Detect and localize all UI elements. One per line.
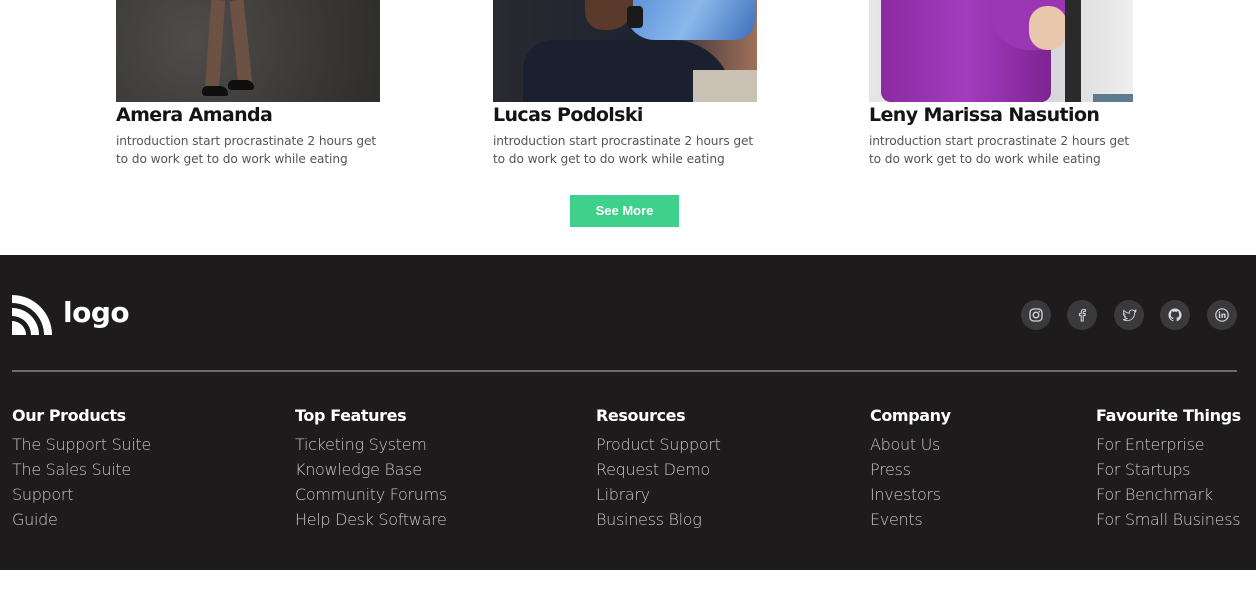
- team-member-photo: [493, 0, 757, 102]
- footer-column-title: Our Products: [12, 406, 126, 425]
- facebook-icon[interactable]: [1067, 300, 1097, 330]
- footer-column-title: Top Features: [295, 406, 407, 425]
- footer-link[interactable]: The Support Suite: [12, 432, 151, 457]
- footer-link[interactable]: Community Forums: [295, 482, 447, 507]
- footer-column-top-features: Top Features Ticketing System Knowledge …: [295, 407, 447, 532]
- logo-text: logo: [63, 296, 130, 329]
- social-links: [1021, 300, 1237, 330]
- footer-divider: [12, 370, 1237, 372]
- footer-column-favourite-things: Favourite Things For Enterprise For Star…: [1096, 407, 1241, 532]
- twitter-icon[interactable]: [1114, 300, 1144, 330]
- footer-column-resources: Resources Product Support Request Demo L…: [596, 407, 721, 532]
- team-member-name: Lucas Podolski: [493, 104, 643, 126]
- team-member-description: introduction start procrastinate 2 hours…: [116, 134, 377, 166]
- footer-link[interactable]: The Sales Suite: [12, 457, 151, 482]
- team-section: Amera Amanda introduction start procrast…: [0, 0, 1256, 255]
- footer-link[interactable]: Press: [870, 457, 951, 482]
- logo-icon: [12, 295, 52, 335]
- footer-link[interactable]: Product Support: [596, 432, 721, 457]
- footer-link[interactable]: About Us: [870, 432, 951, 457]
- team-card: Leny Marissa Nasution introduction start…: [869, 0, 1133, 166]
- team-member-photo: [116, 0, 380, 102]
- github-icon[interactable]: [1160, 300, 1190, 330]
- footer-link[interactable]: For Enterprise: [1096, 432, 1241, 457]
- footer-link[interactable]: Investors: [870, 482, 951, 507]
- footer-link[interactable]: Business Blog: [596, 507, 721, 532]
- footer-link[interactable]: For Small Business: [1096, 507, 1241, 532]
- team-member-description: introduction start procrastinate 2 hours…: [493, 134, 754, 166]
- footer-link[interactable]: Help Desk Software: [295, 507, 447, 532]
- footer-link[interactable]: Request Demo: [596, 457, 721, 482]
- footer-column-title: Resources: [596, 406, 686, 425]
- linkedin-icon[interactable]: [1207, 300, 1237, 330]
- footer-column-title: Company: [870, 406, 951, 425]
- footer-link[interactable]: Guide: [12, 507, 151, 532]
- team-member-description: introduction start procrastinate 2 hours…: [869, 134, 1130, 166]
- footer-link[interactable]: Events: [870, 507, 951, 532]
- see-more-button[interactable]: See More: [570, 195, 679, 227]
- instagram-icon[interactable]: [1021, 300, 1051, 330]
- team-member-name: Leny Marissa Nasution: [869, 104, 1100, 126]
- footer-column-our-products: Our Products The Support Suite The Sales…: [12, 407, 151, 532]
- footer: logo Our Products The Support Suite The …: [0, 255, 1256, 570]
- footer-link[interactable]: Ticketing System: [295, 432, 447, 457]
- footer-column-company: Company About Us Press Investors Events: [870, 407, 951, 532]
- team-member-name: Amera Amanda: [116, 104, 273, 126]
- footer-column-title: Favourite Things: [1096, 406, 1241, 425]
- footer-link[interactable]: Knowledge Base: [295, 457, 447, 482]
- footer-link[interactable]: Support: [12, 482, 151, 507]
- team-card: Lucas Podolski introduction start procra…: [493, 0, 757, 166]
- team-member-photo: [869, 0, 1133, 102]
- footer-link[interactable]: For Benchmark: [1096, 482, 1241, 507]
- team-card: Amera Amanda introduction start procrast…: [116, 0, 380, 166]
- footer-link[interactable]: Library: [596, 482, 721, 507]
- footer-logo[interactable]: logo: [12, 295, 152, 335]
- footer-link[interactable]: For Startups: [1096, 457, 1241, 482]
